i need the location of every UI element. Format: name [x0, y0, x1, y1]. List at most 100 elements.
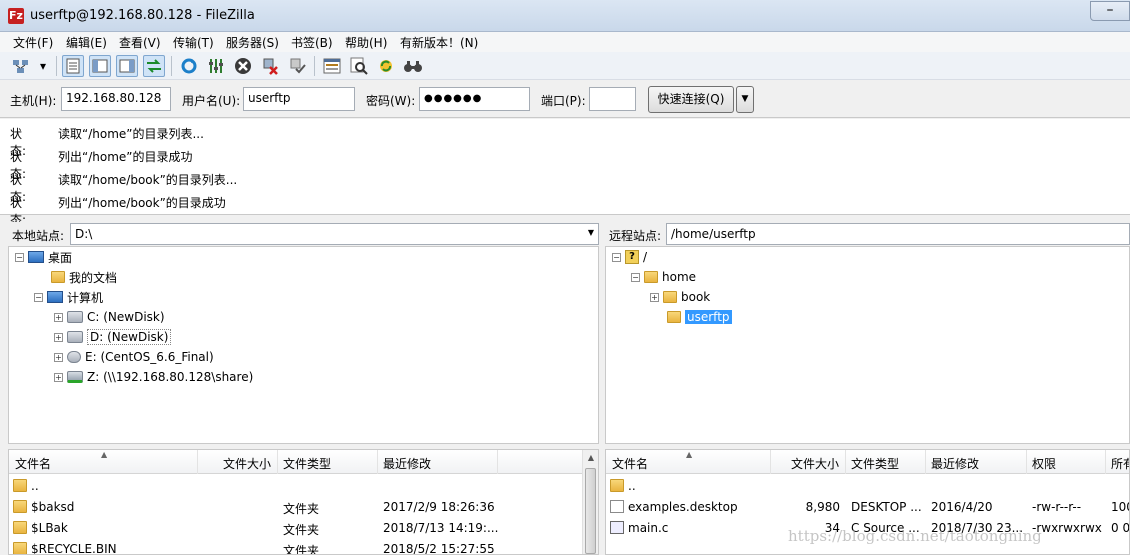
folder-icon	[13, 521, 27, 534]
remote-site-bar: 远程站点: /home/userftp	[605, 222, 1130, 246]
host-input[interactable]: 192.168.80.128	[61, 87, 171, 111]
column-header-modified[interactable]: 最近修改	[383, 455, 431, 472]
toolbar: ▾	[0, 52, 1130, 80]
tree-node-book[interactable]: + book	[650, 288, 710, 306]
disconnect-icon[interactable]	[259, 55, 281, 77]
username-label: 用户名(U):	[182, 94, 241, 108]
menu-view[interactable]: 查看(V)	[119, 34, 161, 51]
file-row[interactable]: ..	[606, 476, 1129, 497]
column-header-filesize[interactable]: 文件大小	[223, 455, 271, 472]
tree-node-drive-e[interactable]: + E: (CentOS_6.6_Final)	[54, 348, 214, 366]
tree-node-drive-c[interactable]: + C: (NewDisk)	[54, 308, 165, 326]
log-message: 读取“/home/book”的目录列表...	[58, 173, 238, 187]
tree-node-computer[interactable]: − 计算机	[34, 288, 103, 306]
tree-node-label: D: (NewDisk)	[87, 329, 172, 345]
menu-bar: 文件(F) 编辑(E) 查看(V) 传输(T) 服务器(S) 书签(B) 帮助(…	[0, 32, 1130, 52]
search-remote-files-icon[interactable]	[402, 55, 424, 77]
minimize-button[interactable]: –	[1090, 1, 1130, 21]
refresh-icon[interactable]	[178, 55, 200, 77]
tree-node-home[interactable]: − home	[631, 268, 696, 286]
column-header-filesize[interactable]: 文件大小	[791, 455, 839, 472]
quickconnect-history-dropdown-icon[interactable]: ▼	[736, 86, 754, 113]
column-header-permissions[interactable]: 权限	[1032, 455, 1056, 472]
reconnect-icon[interactable]	[286, 55, 308, 77]
message-log[interactable]: 状态: 读取“/home”的目录列表... 状态: 列出“/home”的目录成功…	[0, 119, 1130, 227]
local-list-scrollbar[interactable]: ▲	[582, 450, 598, 554]
compare-directories-icon[interactable]	[348, 55, 370, 77]
column-header-filetype[interactable]: 文件类型	[283, 455, 331, 472]
column-header-filetype[interactable]: 文件类型	[851, 455, 899, 472]
column-header-modified[interactable]: 最近修改	[931, 455, 979, 472]
remote-directory-tree[interactable]: − ? / − home + book userftp	[605, 246, 1130, 444]
menu-file[interactable]: 文件(F)	[13, 34, 53, 51]
tree-node-label: Z: (\\192.168.80.128\share)	[87, 370, 254, 384]
file-row[interactable]: ..	[9, 476, 598, 497]
tree-node-root[interactable]: − ? /	[612, 248, 647, 266]
quickconnect-button[interactable]: 快速连接(Q)	[648, 86, 734, 113]
expand-toggle-icon[interactable]: +	[54, 352, 63, 362]
toggle-queue-icon[interactable]	[143, 55, 165, 77]
file-row[interactable]: $RECYCLE.BIN 文件夹 2018/5/2 15:27:55	[9, 539, 598, 555]
expand-toggle-icon[interactable]: +	[54, 312, 63, 322]
toggle-log-icon[interactable]	[62, 55, 84, 77]
file-row[interactable]: $LBak 文件夹 2018/7/13 14:19:...	[9, 518, 598, 539]
unknown-folder-icon: ?	[625, 250, 639, 264]
column-header-owner[interactable]: 所有	[1111, 455, 1129, 472]
collapse-toggle-icon[interactable]: −	[612, 252, 621, 262]
toggle-remote-tree-icon[interactable]	[116, 55, 138, 77]
toggle-local-tree-icon[interactable]	[89, 55, 111, 77]
file-modified: 2018/7/13 14:19:...	[383, 521, 499, 535]
file-permissions: -rw-r--r--	[1032, 500, 1082, 514]
drive-icon	[67, 331, 83, 343]
tree-node-my-documents[interactable]: 我的文档	[51, 268, 117, 286]
file-row[interactable]: $baksd 文件夹 2017/2/9 18:26:36	[9, 497, 598, 518]
column-header-filename[interactable]: 文件名	[612, 455, 648, 472]
expand-toggle-icon[interactable]: +	[54, 372, 63, 382]
local-file-list[interactable]: 文件名 ▲ 文件大小 文件类型 最近修改 .. $baksd 文件夹 2017/…	[8, 449, 599, 555]
file-name: examples.desktop	[628, 500, 738, 514]
tree-node-userftp[interactable]: userftp	[667, 308, 732, 326]
site-manager-icon[interactable]	[10, 55, 32, 77]
menu-new-version[interactable]: 有新版本！(N)	[400, 34, 478, 51]
file-modified: 2016/4/20	[931, 500, 993, 514]
file-modified: 2018/5/2 15:27:55	[383, 542, 495, 555]
password-input[interactable]: ●●●●●●	[419, 87, 530, 111]
directory-listing-filter-icon[interactable]	[321, 55, 343, 77]
tree-node-label: /	[643, 250, 648, 264]
chevron-down-icon[interactable]: ▼	[588, 228, 594, 237]
remote-path-input[interactable]: /home/userftp	[666, 223, 1130, 245]
drive-icon	[67, 311, 83, 323]
tree-node-drive-z[interactable]: + Z: (\\192.168.80.128\share)	[54, 368, 253, 386]
remote-site-label: 远程站点:	[609, 229, 662, 243]
port-input[interactable]	[589, 87, 636, 111]
network-drive-icon	[67, 371, 83, 383]
file-type: DESKTOP ...	[851, 500, 922, 514]
column-header-filename[interactable]: 文件名	[15, 455, 51, 472]
scroll-up-icon[interactable]: ▲	[583, 450, 598, 466]
folder-icon	[610, 479, 624, 492]
file-icon	[610, 500, 624, 513]
folder-icon	[663, 291, 677, 303]
collapse-toggle-icon[interactable]: −	[34, 292, 43, 302]
scrollbar-thumb[interactable]	[585, 468, 596, 554]
cancel-icon[interactable]	[232, 55, 254, 77]
username-input[interactable]: userftp	[243, 87, 355, 111]
c-source-file-icon	[610, 521, 624, 534]
expand-toggle-icon[interactable]: +	[54, 332, 63, 342]
process-queue-icon[interactable]	[205, 55, 227, 77]
menu-edit[interactable]: 编辑(E)	[66, 34, 107, 51]
tree-node-drive-d[interactable]: + D: (NewDisk)	[54, 328, 172, 346]
menu-server[interactable]: 服务器(S)	[226, 34, 279, 51]
local-path-combobox[interactable]: D:\ ▼	[70, 223, 599, 245]
file-row[interactable]: examples.desktop 8,980 DESKTOP ... 2016/…	[606, 497, 1129, 518]
collapse-toggle-icon[interactable]: −	[15, 252, 24, 262]
site-manager-dropdown-icon[interactable]: ▾	[36, 55, 50, 77]
expand-toggle-icon[interactable]: +	[650, 292, 659, 302]
menu-help[interactable]: 帮助(H)	[345, 34, 387, 51]
collapse-toggle-icon[interactable]: −	[631, 272, 640, 282]
menu-transfer[interactable]: 传输(T)	[173, 34, 214, 51]
tree-node-desktop[interactable]: − 桌面	[15, 248, 72, 266]
menu-bookmarks[interactable]: 书签(B)	[291, 34, 333, 51]
synchronized-browsing-icon[interactable]	[375, 55, 397, 77]
local-directory-tree[interactable]: − 桌面 我的文档 − 计算机 + C: (NewDisk) + D: (New…	[8, 246, 599, 444]
